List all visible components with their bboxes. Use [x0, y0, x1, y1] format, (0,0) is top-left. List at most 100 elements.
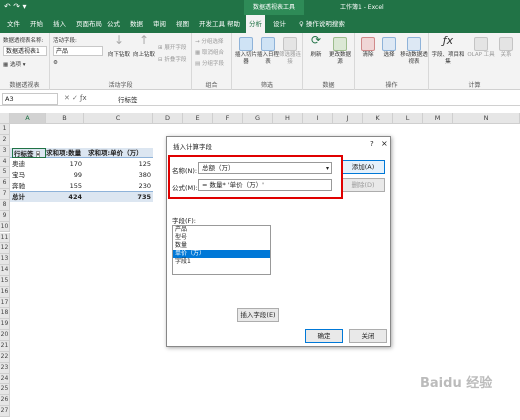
add-button[interactable]: 添加(A): [341, 160, 385, 174]
pivot-value[interactable]: 230: [84, 181, 151, 191]
row-header[interactable]: 12: [0, 243, 10, 255]
row-header[interactable]: 2: [0, 134, 10, 146]
pivot-row-labels-header[interactable]: 行标签 ▾: [12, 148, 46, 158]
delete-button[interactable]: 删除(D): [341, 178, 385, 192]
name-box[interactable]: A3: [2, 93, 58, 105]
col-header-b[interactable]: B: [46, 113, 84, 124]
row-header[interactable]: 3: [0, 145, 10, 157]
insert-slicer-button[interactable]: 插入切片器: [235, 37, 257, 66]
help-icon[interactable]: ?: [370, 140, 374, 148]
tab-design[interactable]: 设计: [270, 15, 289, 33]
pivot-row-label[interactable]: 宝马: [12, 170, 46, 180]
change-source-button[interactable]: 更改数据源: [327, 37, 353, 66]
collapse-field-button[interactable]: ⊟ 折叠字段: [158, 55, 186, 63]
row-header[interactable]: 15: [0, 275, 10, 287]
select-button[interactable]: 选择: [379, 37, 399, 59]
row-header[interactable]: 16: [0, 286, 10, 298]
row-header[interactable]: 7: [0, 189, 10, 200]
tab-view[interactable]: 视图: [173, 15, 192, 33]
insert-field-button[interactable]: 插入字段(E): [237, 308, 279, 322]
row-header[interactable]: 22: [0, 351, 10, 363]
row-header[interactable]: 20: [0, 330, 10, 341]
move-pivot-button[interactable]: 移动数据透视表: [400, 37, 428, 66]
row-header[interactable]: 21: [0, 341, 10, 352]
row-header[interactable]: 17: [0, 297, 10, 309]
row-header[interactable]: 27: [0, 406, 10, 417]
col-header-i[interactable]: I: [303, 113, 333, 124]
filter-connections-button[interactable]: 筛选器连接: [279, 37, 301, 66]
col-header-l[interactable]: L: [393, 113, 423, 124]
tab-review[interactable]: 审阅: [150, 15, 169, 33]
close-icon[interactable]: ×: [381, 139, 388, 148]
col-header-g[interactable]: G: [243, 113, 273, 124]
field-item[interactable]: 数量: [173, 242, 270, 250]
tab-analyze[interactable]: 分析: [246, 15, 265, 33]
field-settings-button[interactable]: ⚙: [53, 60, 58, 66]
pivot-value[interactable]: 125: [84, 159, 151, 169]
pivot-grand-total-label[interactable]: 总计: [12, 192, 46, 202]
quick-access-toolbar[interactable]: ↶ ↷ ▾: [4, 2, 27, 11]
pivot-header-price[interactable]: 求和项:单价（万）: [88, 148, 153, 158]
col-header-c[interactable]: C: [84, 113, 153, 124]
row-header[interactable]: 26: [0, 395, 10, 407]
close-button[interactable]: 关闭: [349, 329, 387, 343]
col-header-n[interactable]: N: [453, 113, 520, 124]
expand-field-button[interactable]: ⊞ 展开字段: [158, 43, 186, 51]
group-field-button[interactable]: ▤ 分组字段: [195, 59, 224, 67]
pivot-value[interactable]: 170: [46, 159, 82, 169]
olap-tools-button[interactable]: OLAP 工具: [467, 37, 495, 59]
col-header-f[interactable]: F: [213, 113, 243, 124]
insert-function-icon[interactable]: ƒx: [80, 94, 87, 102]
fields-items-sets-button[interactable]: ƒx 字段、项目和集: [431, 35, 465, 66]
fields-listbox[interactable]: 产品 型号 数量 单价（万） 字段1: [172, 225, 271, 275]
row-header[interactable]: 9: [0, 210, 10, 222]
insert-timeline-button[interactable]: 插入日程表: [257, 37, 279, 66]
formula-input[interactable]: 行标签: [118, 94, 138, 104]
select-all-corner[interactable]: [0, 113, 10, 124]
filter-dropdown-icon[interactable]: ▾: [35, 151, 41, 157]
row-header[interactable]: 1: [0, 124, 10, 135]
field-item[interactable]: 字段1: [173, 258, 270, 266]
row-header[interactable]: 6: [0, 178, 10, 190]
tab-file[interactable]: 文件: [4, 15, 23, 33]
row-header[interactable]: 4: [0, 156, 10, 168]
col-header-a[interactable]: A: [10, 113, 46, 124]
row-header[interactable]: 11: [0, 232, 10, 244]
row-header[interactable]: 18: [0, 308, 10, 320]
drill-down-button[interactable]: ↓ 向下钻取: [107, 34, 131, 59]
relationships-button[interactable]: 关系: [495, 37, 517, 59]
row-header[interactable]: 23: [0, 362, 10, 374]
active-field-input[interactable]: 产品: [53, 46, 103, 56]
tab-page-layout[interactable]: 页面布局: [73, 15, 105, 33]
col-header-j[interactable]: J: [333, 113, 363, 124]
field-item-selected[interactable]: 单价（万）: [173, 250, 270, 258]
row-header[interactable]: 19: [0, 319, 10, 331]
drill-up-button[interactable]: ↑ 向上钻取: [132, 34, 156, 59]
col-header-e[interactable]: E: [183, 113, 213, 124]
tell-me-search[interactable]: ♀ 操作说明搜索: [296, 15, 348, 33]
clear-button[interactable]: 清除: [358, 37, 378, 59]
col-header-h[interactable]: H: [273, 113, 303, 124]
pivot-row-label[interactable]: 奔驰: [12, 181, 46, 191]
col-header-d[interactable]: D: [153, 113, 183, 124]
pivot-value[interactable]: 155: [46, 181, 82, 191]
row-header[interactable]: 8: [0, 199, 10, 211]
enter-icon[interactable]: ✓: [72, 94, 78, 102]
refresh-button[interactable]: ⟳ 刷新: [306, 34, 326, 59]
pivot-name-input[interactable]: 数据透视表1: [3, 46, 47, 56]
ok-button[interactable]: 确定: [305, 329, 343, 343]
tab-formulas[interactable]: 公式: [104, 15, 123, 33]
row-header[interactable]: 14: [0, 265, 10, 276]
tab-data[interactable]: 数据: [127, 15, 146, 33]
tab-help[interactable]: 帮助: [224, 15, 243, 33]
pivot-row-label[interactable]: 奥迪: [12, 159, 46, 169]
row-header[interactable]: 13: [0, 254, 10, 266]
pivot-value[interactable]: 380: [84, 170, 151, 180]
ungroup-button[interactable]: ▦ 取消组合: [195, 48, 224, 56]
tab-insert[interactable]: 插入: [50, 15, 69, 33]
row-header[interactable]: 24: [0, 373, 10, 385]
pivot-value[interactable]: 99: [46, 170, 82, 180]
cancel-icon[interactable]: ✕: [64, 94, 70, 102]
row-header[interactable]: 10: [0, 221, 10, 233]
pivot-grand-total-value[interactable]: 735: [84, 192, 151, 202]
